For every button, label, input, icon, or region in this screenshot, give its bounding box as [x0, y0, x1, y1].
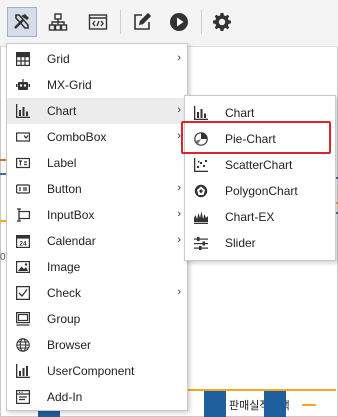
label-icon [15, 155, 31, 171]
menu-item-check[interactable]: Check › [7, 280, 187, 306]
image-icon [15, 259, 31, 275]
line-series-marker [301, 404, 316, 406]
menu-item-usercomponent[interactable]: UserComponent [7, 358, 187, 384]
group-icon [15, 311, 31, 327]
edit-icon[interactable] [127, 7, 157, 37]
menu-item-grid[interactable]: Grid › [7, 46, 187, 72]
chart-submenu: Chart Pie-Chart ScatterChart PolygonChar… [184, 95, 336, 261]
toolbar [0, 0, 338, 47]
code-window-icon[interactable] [83, 7, 113, 37]
menu-item-chart[interactable]: Chart › [7, 98, 187, 124]
menu-item-add-in[interactable]: Add-In [7, 384, 187, 410]
submenu-item-polygonchart[interactable]: PolygonChart [185, 178, 335, 204]
tools-icon[interactable] [7, 7, 37, 37]
checkbox-icon [15, 285, 31, 301]
submenu-item-chart-ex[interactable]: Chart-EX [185, 204, 335, 230]
chevron-right-icon: › [177, 234, 181, 246]
menu-item-combobox[interactable]: ComboBox › [7, 124, 187, 150]
robot-icon [15, 77, 31, 93]
inputbox-icon [15, 207, 31, 223]
chevron-right-icon: › [177, 52, 181, 64]
chevron-right-icon: › [177, 104, 181, 116]
combobox-icon [15, 129, 31, 145]
svg-text:24: 24 [19, 241, 27, 248]
menu-item-group[interactable]: Group [7, 306, 187, 332]
menu-item-inputbox[interactable]: InputBox › [7, 202, 187, 228]
gear-icon[interactable] [207, 7, 237, 37]
menu-item-mx-grid[interactable]: MX-Grid [7, 72, 187, 98]
menu-item-calendar[interactable]: 24 Calendar › [7, 228, 187, 254]
selection-highlight [181, 121, 331, 154]
play-icon[interactable] [164, 7, 194, 37]
chart-ex-icon [193, 209, 209, 225]
calendar-icon: 24 [15, 233, 31, 249]
menu-item-browser[interactable]: Browser [7, 332, 187, 358]
chevron-right-icon: › [177, 182, 181, 194]
bar-chart-icon [193, 105, 209, 121]
button-icon [15, 181, 31, 197]
add-in-icon [15, 389, 31, 405]
hierarchy-icon[interactable] [43, 7, 73, 37]
menu-item-image[interactable]: Image [7, 254, 187, 280]
submenu-item-scatterchart[interactable]: ScatterChart [185, 152, 335, 178]
menu-item-label[interactable]: Label [7, 150, 187, 176]
scatter-chart-icon [193, 157, 209, 173]
bar-chart-icon [15, 103, 31, 119]
submenu-item-slider[interactable]: Slider [185, 230, 335, 256]
grid-icon [15, 51, 31, 67]
chevron-right-icon: › [177, 286, 181, 298]
menu-item-button[interactable]: Button › [7, 176, 187, 202]
insert-component-menu: Grid › MX-Grid Chart › ComboBox › Label … [6, 43, 188, 411]
chevron-right-icon: › [177, 208, 181, 220]
polygon-chart-icon [193, 183, 209, 199]
user-component-icon [15, 363, 31, 379]
globe-icon [15, 337, 31, 353]
slider-icon [193, 235, 209, 251]
